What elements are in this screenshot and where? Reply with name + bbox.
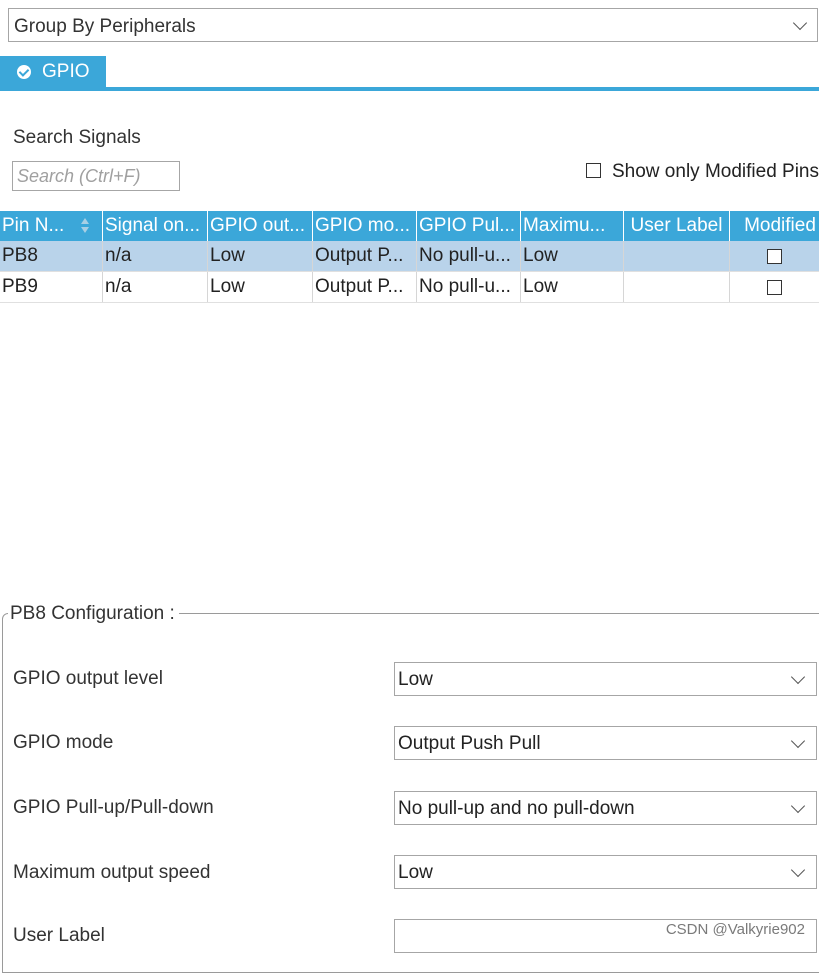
gpio-pull-value: No pull-up and no pull-down: [398, 798, 635, 819]
tab-bar-divider: [0, 87, 819, 91]
table-row[interactable]: PB8 n/a Low Output P... No pull-u... Low: [0, 241, 819, 272]
column-header-user-label[interactable]: User Label: [624, 211, 730, 241]
cell-signal: n/a: [103, 272, 208, 302]
group-by-dropdown[interactable]: Group By Peripherals: [8, 8, 818, 42]
pin-table: Pin N... Signal on... GPIO out... GPIO m…: [0, 211, 819, 303]
column-header-modified[interactable]: Modified: [730, 211, 819, 241]
cell-gpio-mode: Output P...: [313, 272, 417, 302]
chevron-down-icon: [792, 15, 808, 31]
search-signals-title: Search Signals: [13, 127, 141, 148]
column-header-gpio-pull[interactable]: GPIO Pul...: [417, 211, 521, 241]
cell-signal: n/a: [103, 241, 208, 271]
cell-pin: PB9: [0, 272, 103, 302]
cell-gpio-output: Low: [208, 241, 313, 271]
cell-max-speed: Low: [521, 241, 624, 271]
gpio-output-level-value: Low: [398, 669, 433, 690]
user-label-label: User Label: [13, 925, 105, 946]
table-row[interactable]: PB9 n/a Low Output P... No pull-u... Low: [0, 272, 819, 303]
max-output-speed-select[interactable]: Low: [394, 855, 817, 889]
gpio-pull-label: GPIO Pull-up/Pull-down: [13, 797, 214, 818]
chevron-down-icon: [790, 733, 806, 749]
column-header-gpio-mode[interactable]: GPIO mo...: [313, 211, 417, 241]
cell-user-label: [624, 241, 730, 271]
gpio-output-level-label: GPIO output level: [13, 668, 163, 689]
watermark: CSDN @Valkyrie902: [665, 921, 805, 938]
cell-max-speed: Low: [521, 272, 624, 302]
search-input[interactable]: [12, 161, 180, 191]
configuration-title: PB8 Configuration :: [8, 603, 179, 625]
column-header-signal[interactable]: Signal on...: [103, 211, 208, 241]
show-modified-label: Show only Modified Pins: [612, 161, 819, 182]
tab-gpio[interactable]: GPIO: [0, 56, 106, 88]
max-output-speed-label: Maximum output speed: [13, 862, 211, 883]
gpio-mode-select[interactable]: Output Push Pull: [394, 726, 817, 760]
cell-modified: [730, 241, 819, 271]
modified-checkbox[interactable]: [766, 279, 782, 295]
tab-gpio-label: GPIO: [42, 61, 90, 82]
cell-pin: PB8: [0, 241, 103, 271]
cell-modified: [730, 272, 819, 302]
column-header-gpio-output[interactable]: GPIO out...: [208, 211, 313, 241]
table-header: Pin N... Signal on... GPIO out... GPIO m…: [0, 211, 819, 241]
gpio-mode-value: Output Push Pull: [398, 733, 541, 754]
chevron-down-icon: [790, 669, 806, 685]
show-modified-checkbox[interactable]: [586, 163, 601, 178]
gpio-pull-select[interactable]: No pull-up and no pull-down: [394, 791, 817, 825]
modified-checkbox[interactable]: [766, 248, 782, 264]
check-circle-icon: [17, 65, 31, 79]
gpio-mode-label: GPIO mode: [13, 732, 114, 753]
cell-gpio-pull: No pull-u...: [417, 272, 521, 302]
column-header-pin-name[interactable]: Pin N...: [0, 211, 103, 241]
group-by-value: Group By Peripherals: [14, 16, 196, 37]
cell-gpio-mode: Output P...: [313, 241, 417, 271]
sort-icon: [80, 217, 90, 235]
chevron-down-icon: [790, 862, 806, 878]
chevron-down-icon: [790, 798, 806, 814]
column-header-label: Pin N...: [2, 215, 65, 236]
max-output-speed-value: Low: [398, 862, 433, 883]
gpio-output-level-select[interactable]: Low: [394, 662, 817, 696]
cell-gpio-pull: No pull-u...: [417, 241, 521, 271]
cell-gpio-output: Low: [208, 272, 313, 302]
column-header-max-speed[interactable]: Maximu...: [521, 211, 624, 241]
cell-user-label: [624, 272, 730, 302]
